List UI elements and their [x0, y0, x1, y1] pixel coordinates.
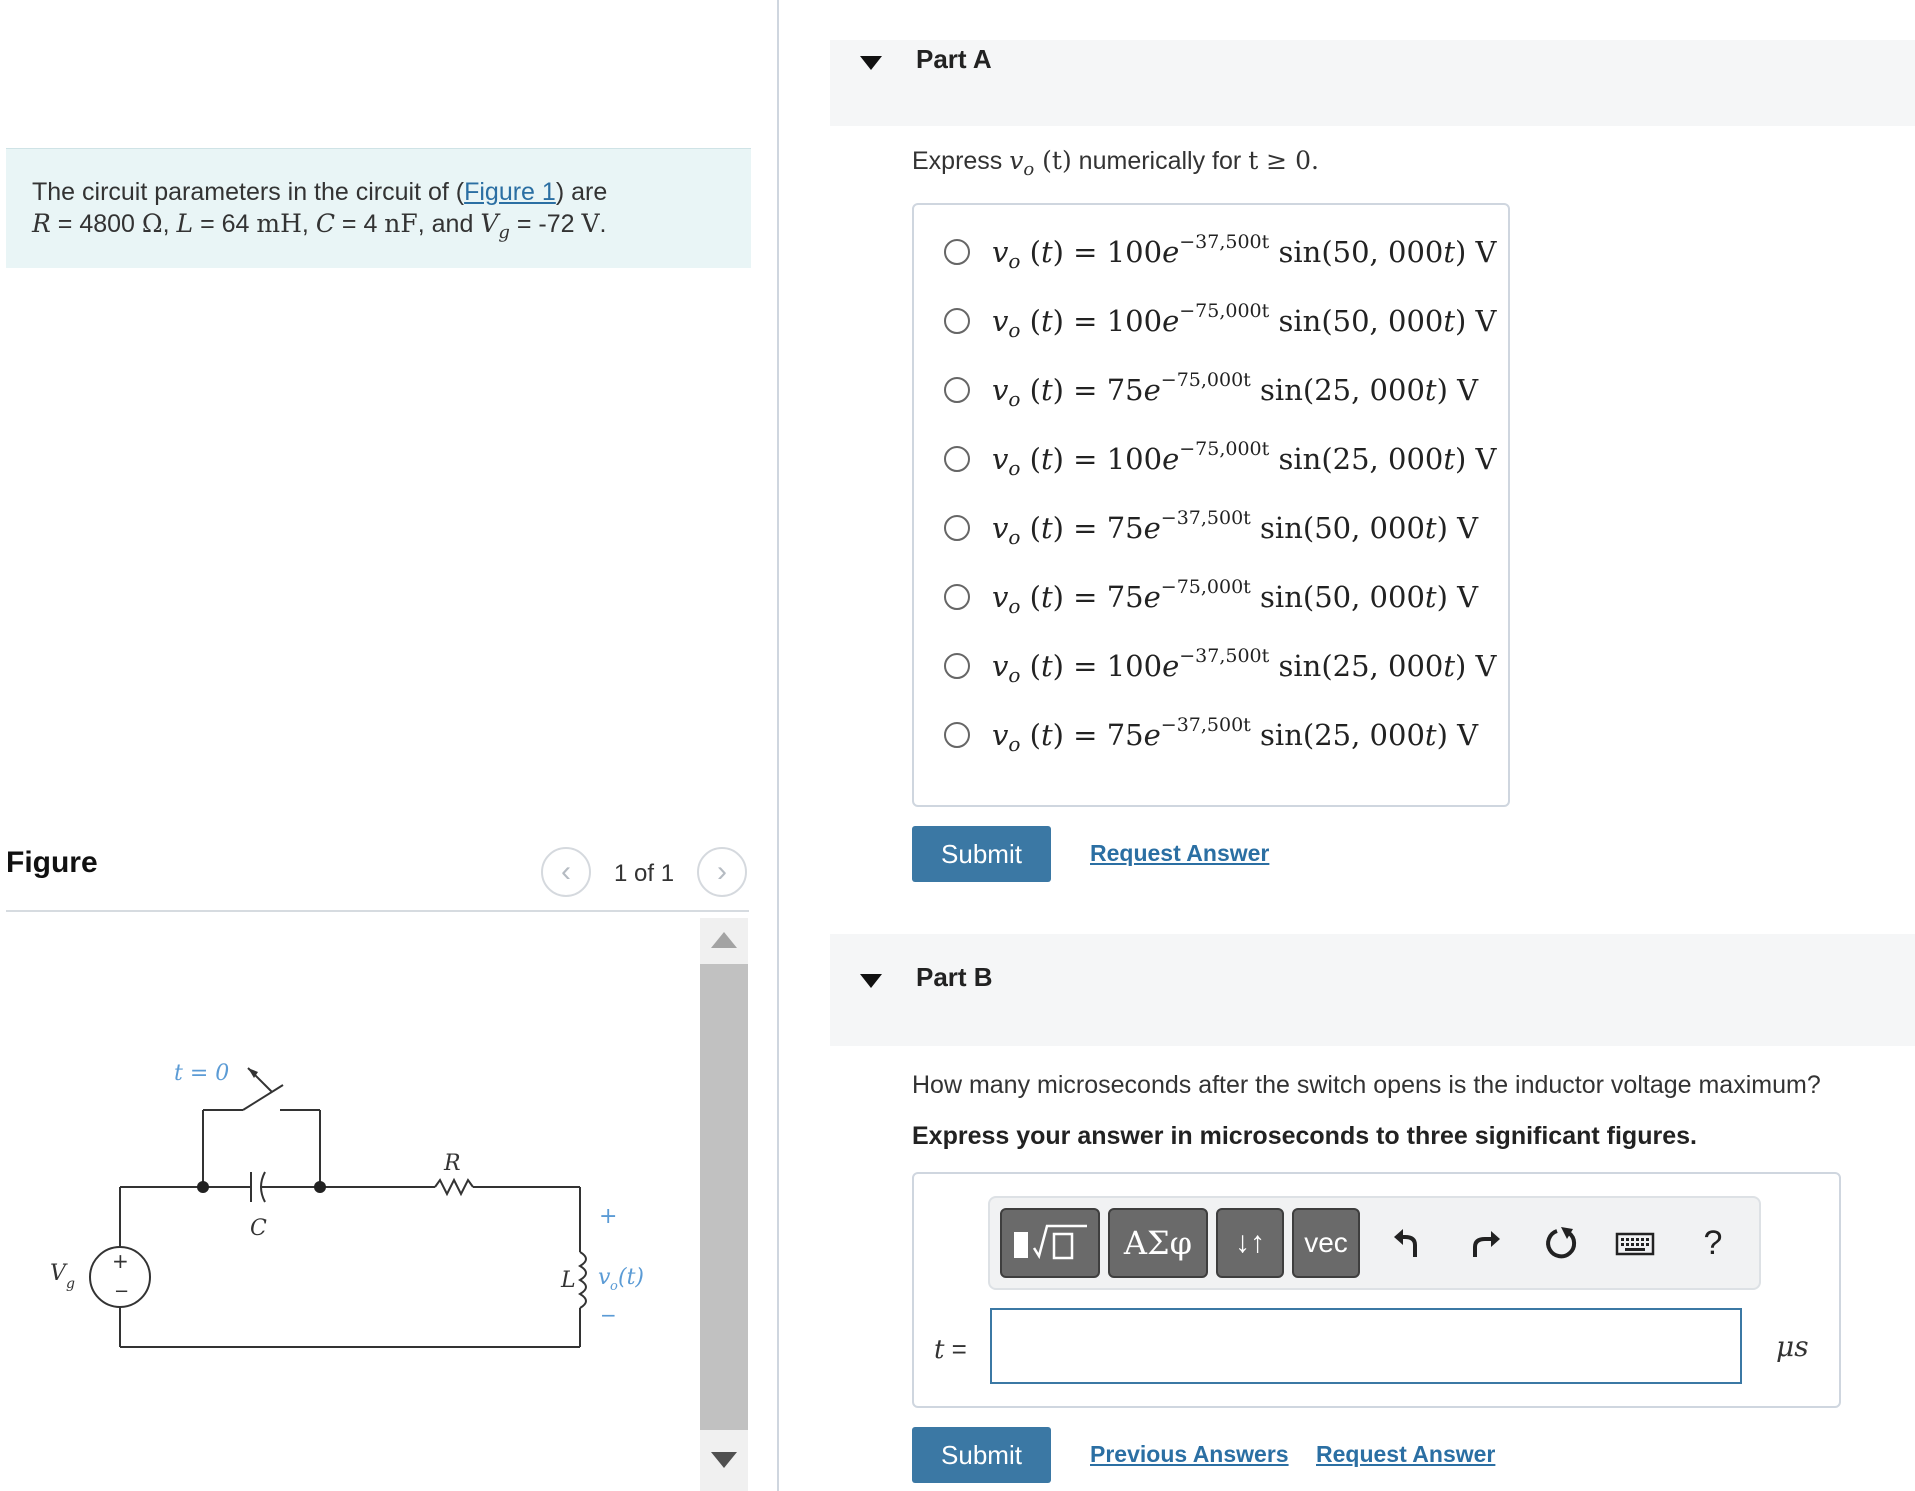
output-minus: −	[600, 1303, 617, 1327]
templates-button[interactable]	[1000, 1208, 1100, 1278]
part-a-choices: vo (t) = 100e−37,500t sin(50, 000t) V vo …	[912, 203, 1510, 807]
problem-line-1: The circuit parameters in the circuit of…	[32, 178, 608, 206]
help-button[interactable]: ?	[1690, 1220, 1736, 1266]
part-a-request-answer-link[interactable]: Request Answer	[1090, 840, 1269, 867]
part-a-header[interactable]: Part A	[830, 40, 1915, 126]
problem-statement: The circuit parameters in the circuit of…	[6, 148, 751, 268]
figure-counter: 1 of 1	[614, 860, 675, 887]
choice-option[interactable]: vo (t) = 75e−75,000t sin(50, 000t) V	[944, 572, 1478, 622]
param-vg-var: V	[480, 209, 499, 238]
choice-text: vo (t) = 75e−37,500t sin(50, 000t) V	[992, 507, 1479, 549]
choice-text: vo (t) = 75e−75,000t sin(25, 000t) V	[992, 369, 1479, 411]
part-a-title: Part A	[916, 44, 992, 74]
figure-divider	[6, 910, 749, 912]
capacitor-label: C	[250, 1216, 267, 1241]
figure-next-button[interactable]: ›	[697, 847, 747, 897]
figure-title: Figure	[6, 846, 98, 879]
caret-down-icon[interactable]	[860, 974, 882, 988]
figure-scrollbar[interactable]	[700, 918, 748, 1491]
param-c-var: C	[315, 209, 335, 238]
subscript-superscript-button[interactable]: ↓↑	[1216, 1208, 1284, 1278]
radio-button[interactable]	[944, 653, 970, 679]
choice-option[interactable]: vo (t) = 100e−37,500t sin(50, 000t) V	[944, 227, 1497, 277]
param-l-var: L	[176, 209, 194, 238]
scroll-up-arrow-icon[interactable]	[711, 932, 737, 948]
undo-button[interactable]	[1386, 1220, 1432, 1266]
radio-button[interactable]	[944, 584, 970, 610]
undo-icon	[1394, 1229, 1417, 1257]
scroll-thumb[interactable]	[700, 964, 748, 1430]
switch-label: t = 0	[174, 1061, 229, 1086]
column-divider[interactable]	[777, 0, 779, 1491]
answer-unit-label: μs	[1776, 1330, 1809, 1363]
reset-icon	[1546, 1227, 1577, 1259]
keyboard-button[interactable]	[1612, 1220, 1658, 1266]
part-b-question: How many microseconds after the switch o…	[912, 1071, 1821, 1099]
output-label-arg: (t)	[618, 1265, 644, 1290]
part-a-submit-button[interactable]: Submit	[912, 826, 1051, 882]
part-a-prompt: Express vo (t) numerically for t ≥ 0.	[912, 146, 1319, 180]
answer-input[interactable]	[990, 1308, 1742, 1384]
radio-button[interactable]	[944, 377, 970, 403]
redo-icon	[1473, 1231, 1500, 1257]
output-plus: +	[599, 1204, 617, 1229]
scroll-down-arrow-icon[interactable]	[711, 1452, 737, 1468]
keyboard-icon	[1615, 1232, 1655, 1256]
chevron-right-icon: ›	[717, 855, 727, 888]
output-label-sub: o	[610, 1279, 618, 1294]
choice-option[interactable]: vo (t) = 75e−37,500t sin(50, 000t) V	[944, 503, 1478, 553]
radio-button[interactable]	[944, 308, 970, 334]
vector-button[interactable]: vec	[1292, 1208, 1360, 1278]
answer-variable-label: t =	[934, 1334, 967, 1365]
part-b-previous-answers-link[interactable]: Previous Answers	[1090, 1441, 1289, 1468]
figure-prev-button[interactable]: ‹	[541, 847, 591, 897]
resistor-label: R	[443, 1151, 461, 1176]
source-label-sub: g	[66, 1276, 75, 1292]
choice-text: vo (t) = 100e−75,000t sin(25, 000t) V	[992, 438, 1497, 480]
choice-option[interactable]: vo (t) = 75e−37,500t sin(25, 000t) V	[944, 710, 1478, 760]
choice-text: vo (t) = 100e−37,500t sin(25, 000t) V	[992, 645, 1497, 687]
part-b-title: Part B	[916, 962, 993, 992]
choice-text: vo (t) = 75e−75,000t sin(50, 000t) V	[992, 576, 1479, 618]
circuit-diagram: t = 0 C R L V g + − + − v o (t)	[50, 1061, 644, 1348]
source-minus: −	[114, 1281, 129, 1302]
math-toolbar: ΑΣφ ↓↑ vec ?	[988, 1196, 1761, 1290]
problem-params: R = 4800 Ω, L = 64 mH, C = 4 nF, and Vg …	[32, 209, 607, 243]
choice-text: vo (t) = 100e−37,500t sin(50, 000t) V	[992, 231, 1497, 273]
choice-text: vo (t) = 75e−37,500t sin(25, 000t) V	[992, 714, 1479, 756]
choice-text: vo (t) = 100e−75,000t sin(50, 000t) V	[992, 300, 1497, 342]
greek-symbols-button[interactable]: ΑΣφ	[1108, 1208, 1208, 1278]
radio-button[interactable]	[944, 722, 970, 748]
radio-button[interactable]	[944, 446, 970, 472]
source-plus: +	[112, 1249, 129, 1273]
redo-button[interactable]	[1462, 1220, 1508, 1266]
caret-down-icon[interactable]	[860, 56, 882, 70]
part-b-instruction: Express your answer in microseconds to t…	[912, 1122, 1697, 1150]
reset-button[interactable]	[1538, 1220, 1584, 1266]
chevron-left-icon: ‹	[561, 855, 571, 888]
radio-button[interactable]	[944, 515, 970, 541]
inductor-label: L	[560, 1268, 576, 1293]
choice-option[interactable]: vo (t) = 100e−75,000t sin(50, 000t) V	[944, 296, 1497, 346]
templates-icon	[1014, 1224, 1087, 1260]
choice-option[interactable]: vo (t) = 100e−75,000t sin(25, 000t) V	[944, 434, 1497, 484]
part-b-request-answer-link[interactable]: Request Answer	[1316, 1441, 1495, 1468]
param-r-var: R	[32, 209, 51, 238]
figure-1-link[interactable]: Figure 1	[464, 178, 556, 206]
choice-option[interactable]: vo (t) = 100e−37,500t sin(25, 000t) V	[944, 641, 1497, 691]
part-b-header[interactable]: Part B	[830, 934, 1915, 1046]
choice-option[interactable]: vo (t) = 75e−75,000t sin(25, 000t) V	[944, 365, 1478, 415]
part-b-answer-box: ΑΣφ ↓↑ vec ? t = μs	[912, 1172, 1841, 1408]
part-b-submit-button[interactable]: Submit	[912, 1427, 1051, 1483]
radio-button[interactable]	[944, 239, 970, 265]
